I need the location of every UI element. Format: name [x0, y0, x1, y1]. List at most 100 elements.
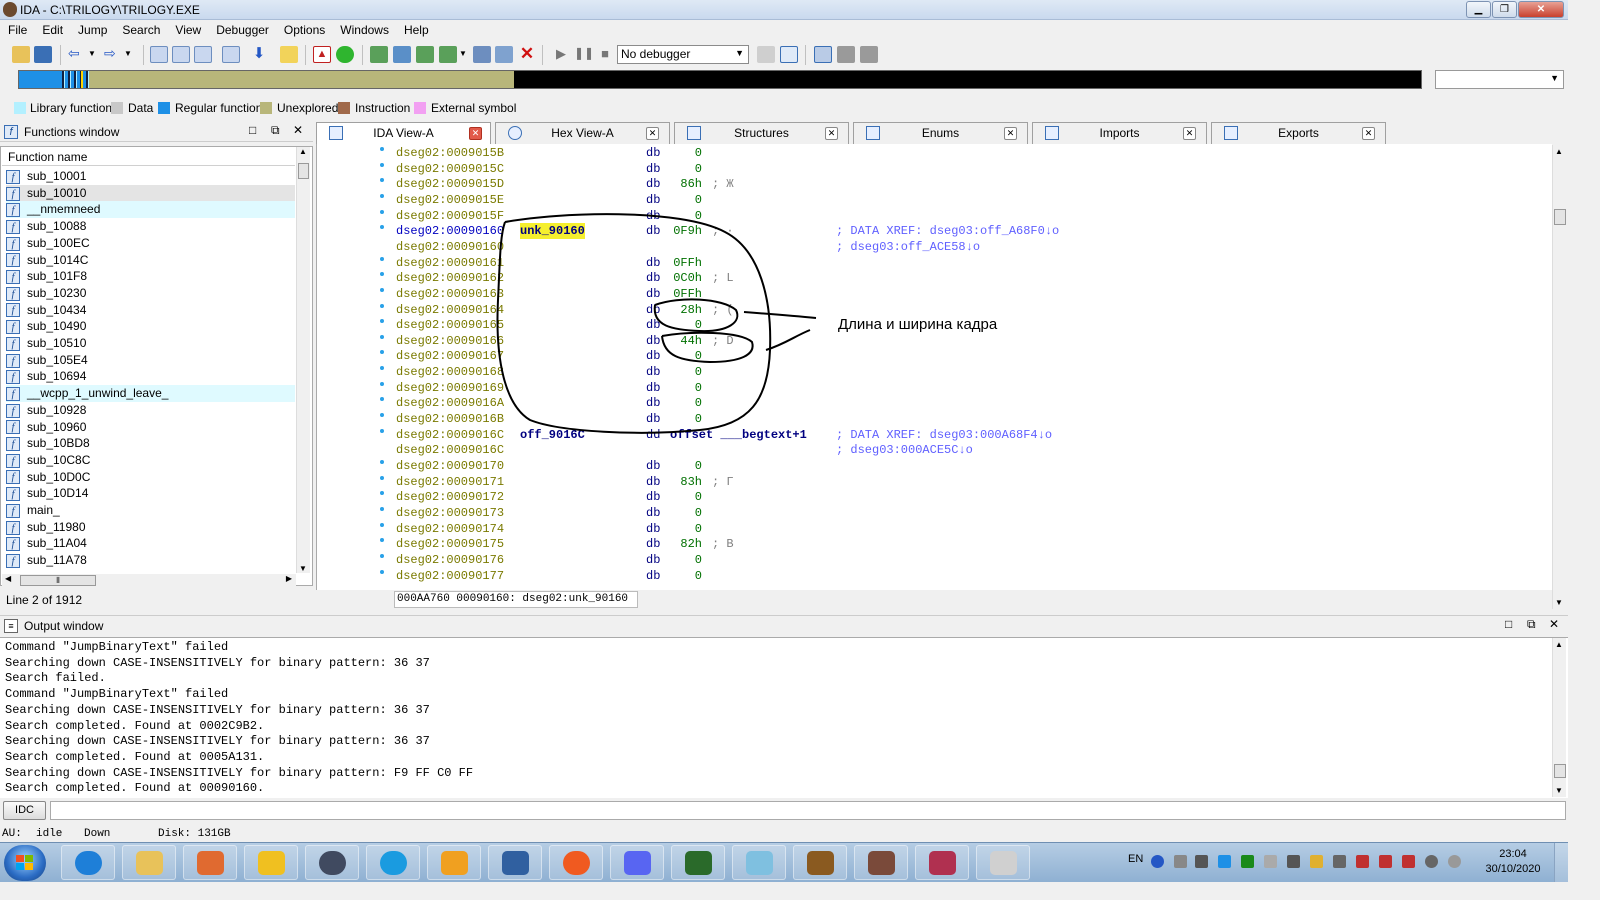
breakpoint-gutter-dot[interactable] — [380, 256, 384, 261]
navigation-band[interactable] — [18, 70, 1422, 89]
breakpoint-gutter-dot[interactable] — [380, 147, 384, 151]
taskbar-discord-button[interactable] — [610, 845, 664, 880]
breakpoint-list-icon[interactable] — [814, 46, 832, 63]
search-next-icon[interactable] — [222, 46, 240, 63]
function-list-item[interactable]: f sub_1014C — [6, 252, 295, 269]
tab-exports[interactable]: Exports ✕ — [1211, 122, 1386, 144]
function-list-item[interactable]: f sub_100EC — [6, 235, 295, 252]
taskbar-internet-explorer-button[interactable] — [61, 845, 115, 880]
output-vertical-scrollbar[interactable]: ▲ ▼ — [1552, 638, 1566, 797]
close-tab-icon[interactable]: ✕ — [469, 127, 482, 140]
tab-imports[interactable]: Imports ✕ — [1032, 122, 1207, 144]
function-list-item[interactable]: f sub_101F8 — [6, 268, 295, 285]
menu-windows[interactable]: Windows — [332, 21, 396, 37]
start-debugger-icon[interactable]: ▶ — [552, 46, 570, 63]
taskbar-firefox-button[interactable] — [549, 845, 603, 880]
disassembly-vertical-scrollbar[interactable]: ▲ ▼ — [1552, 145, 1566, 609]
segment-select[interactable]: ▼ — [1435, 70, 1564, 89]
skype-tray-icon[interactable] — [1448, 855, 1461, 868]
menu-view[interactable]: View — [167, 21, 208, 37]
start-button[interactable] — [4, 845, 46, 881]
function-list-item[interactable]: f sub_10230 — [6, 285, 295, 302]
show-desktop-button[interactable] — [1554, 843, 1568, 882]
tab-structures[interactable]: Structures ✕ — [674, 122, 849, 144]
functions-horizontal-scrollbar[interactable]: ◀ ⦀ ▶ — [2, 574, 296, 588]
add-breakpoint-icon[interactable] — [837, 46, 855, 63]
run-script-icon[interactable] — [336, 46, 354, 63]
breakpoint-gutter-dot[interactable] — [380, 303, 384, 308]
close-tab-icon[interactable]: ✕ — [825, 127, 838, 140]
function-list-item[interactable]: f sub_10001 — [6, 168, 295, 185]
breakpoint-gutter-dot[interactable] — [380, 287, 384, 292]
cloud-tray-icon[interactable] — [1218, 855, 1231, 868]
search-immediate-icon[interactable] — [194, 46, 212, 63]
breakpoint-gutter-dot[interactable] — [380, 475, 384, 480]
menu-file[interactable]: File — [0, 21, 34, 37]
add-segment-icon[interactable] — [416, 46, 434, 63]
scroll-left-icon[interactable]: ◀ — [5, 574, 11, 583]
code-label[interactable]: off_9016C — [520, 427, 585, 443]
maximize-pane-icon[interactable]: □ — [1505, 617, 1512, 631]
forward-dropdown-icon[interactable]: ▼ — [124, 46, 142, 63]
help-tray-icon[interactable] — [1151, 855, 1164, 868]
close-pane-icon[interactable]: ✕ — [1549, 617, 1559, 631]
add-enum-icon[interactable] — [439, 46, 457, 63]
close-tab-icon[interactable]: ✕ — [646, 127, 659, 140]
maximize-pane-icon[interactable]: □ — [249, 123, 256, 137]
functions-vertical-scrollbar[interactable]: ▲ ▼ — [296, 147, 310, 573]
function-list-item[interactable]: f sub_11980 — [6, 519, 295, 536]
function-name-header[interactable]: Function name — [2, 148, 295, 166]
breakpoint-gutter-dot[interactable] — [380, 428, 384, 433]
create-function-icon[interactable] — [370, 46, 388, 63]
scroll-thumb[interactable] — [1554, 209, 1566, 225]
function-list-item[interactable]: f sub_10D14 — [6, 485, 295, 502]
scroll-up-icon[interactable]: ▲ — [1555, 147, 1563, 156]
function-list-item[interactable]: f __nmemneed — [6, 201, 295, 219]
debugger-select[interactable]: No debugger ▼ — [617, 45, 749, 64]
taskbar-notepad-button[interactable] — [732, 845, 786, 880]
function-list-item[interactable]: f sub_10960 — [6, 419, 295, 436]
menu-debugger[interactable]: Debugger — [208, 21, 276, 37]
scroll-down-icon[interactable]: ▼ — [1555, 786, 1563, 795]
pen-tray-icon[interactable] — [1310, 855, 1323, 868]
float-pane-icon[interactable]: ⧉ — [1527, 617, 1536, 632]
taskbar-explorer-button[interactable] — [122, 845, 176, 880]
taskbar-winamp-button[interactable] — [244, 845, 298, 880]
show-hidden-icons-icon[interactable] — [1174, 855, 1187, 868]
close-tab-icon[interactable]: ✕ — [1362, 127, 1375, 140]
breakpoint-gutter-dot[interactable] — [380, 162, 384, 167]
function-list-item[interactable]: f sub_10434 — [6, 302, 295, 319]
save-icon[interactable] — [34, 46, 52, 63]
menu-help[interactable]: Help — [396, 21, 436, 37]
steam-tray-icon[interactable] — [1425, 855, 1438, 868]
function-list-item[interactable]: f sub_10088 — [6, 218, 295, 235]
flow-chart-icon[interactable]: ▲ — [313, 46, 331, 63]
close-tab-icon[interactable]: ✕ — [1183, 127, 1196, 140]
jump-down-icon[interactable]: ⬇ — [250, 46, 268, 63]
network-icon[interactable] — [1287, 855, 1300, 868]
menu-search[interactable]: Search — [114, 21, 167, 37]
scroll-down-icon[interactable]: ▼ — [1555, 598, 1563, 607]
delete-breakpoint-icon[interactable] — [860, 46, 878, 63]
breakpoint-gutter-dot[interactable] — [380, 460, 384, 464]
taskbar-steam-button[interactable] — [305, 845, 359, 880]
scroll-up-icon[interactable]: ▲ — [1555, 640, 1563, 649]
breakpoint-gutter-dot[interactable] — [380, 522, 384, 527]
gamepad-tray-icon[interactable] — [1195, 855, 1208, 868]
taskbar-folder-app-button[interactable] — [427, 845, 481, 880]
patch-icon[interactable] — [280, 46, 298, 63]
float-pane-icon[interactable]: ⧉ — [271, 123, 280, 138]
tab-hex-view-a[interactable]: Hex View-A ✕ — [495, 122, 670, 144]
signal-icon[interactable] — [1333, 855, 1346, 868]
function-list-item[interactable]: f __wcpp_1_unwind_leave_ — [6, 385, 295, 403]
scroll-right-icon[interactable]: ▶ — [286, 574, 292, 583]
media-tray-icon[interactable] — [1402, 855, 1415, 868]
function-list-item[interactable]: f sub_10928 — [6, 402, 295, 419]
delete-icon[interactable]: ✕ — [518, 45, 536, 63]
taskbar-skype-button[interactable] — [366, 845, 420, 880]
security-tray-icon[interactable] — [1356, 855, 1369, 868]
function-list-item[interactable]: f sub_10490 — [6, 318, 295, 335]
volume-icon[interactable] — [1264, 855, 1277, 868]
close-pane-icon[interactable]: ✕ — [293, 123, 303, 137]
back-arrow-icon[interactable]: ⇦ — [68, 46, 86, 63]
